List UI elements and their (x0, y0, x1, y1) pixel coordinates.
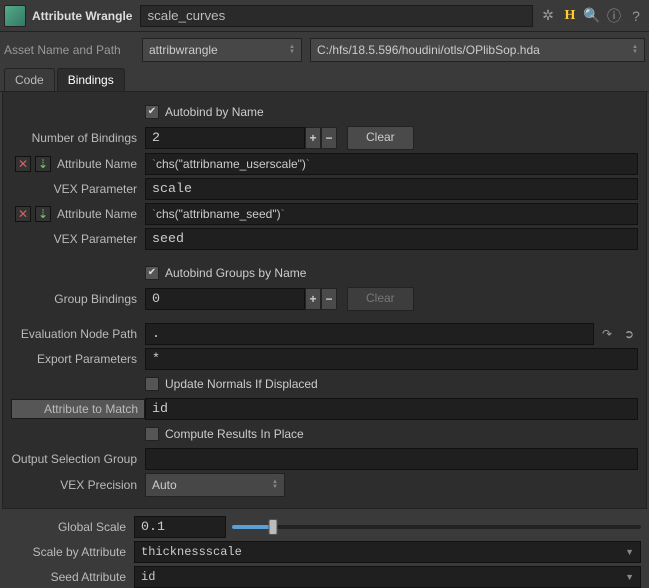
vex-param-label: VEX Parameter (51, 232, 145, 246)
chevron-updown-icon: ▲▼ (289, 45, 295, 55)
out-sel-input[interactable] (145, 448, 638, 470)
node-type-icon (4, 5, 26, 27)
autobind-checkbox[interactable] (145, 105, 159, 119)
scale-attr-label: Scale by Attribute (8, 545, 134, 559)
tab-code[interactable]: Code (4, 68, 55, 91)
bindings-clear-button[interactable]: Clear (347, 126, 414, 150)
autobind-groups-checkbox[interactable] (145, 266, 159, 280)
houdini-logo-icon[interactable]: H (561, 7, 579, 25)
asset-name-value: attribwrangle (149, 43, 218, 57)
vex-param-input[interactable] (145, 228, 638, 250)
binding-insert-button[interactable]: ⇣ (35, 206, 51, 222)
autobind-groups-label: Autobind Groups by Name (165, 266, 306, 280)
node-chooser-icon[interactable]: ➲ (620, 325, 638, 343)
vex-prec-value: Auto (152, 478, 177, 492)
attr-match-input[interactable] (145, 398, 638, 420)
global-scale-label: Global Scale (8, 520, 134, 534)
bindings-plus-button[interactable]: + (305, 127, 321, 149)
bindings-minus-button[interactable]: − (321, 127, 337, 149)
chevron-down-icon: ▼ (625, 572, 634, 582)
bottom-params: Global Scale Scale by Attribute thicknes… (0, 509, 649, 588)
global-scale-input[interactable] (134, 516, 226, 538)
gear-icon[interactable]: ✲ (539, 7, 557, 25)
asset-path-select[interactable]: C:/hfs/18.5.596/houdini/otls/OPlibSop.hd… (310, 38, 645, 62)
num-bindings-label: Number of Bindings (11, 131, 145, 145)
header-bar: Attribute Wrangle ✲ H 🔍 ⓘ ? (0, 0, 649, 32)
seed-attr-label: Seed Attribute (8, 570, 134, 584)
chevron-updown-icon: ▲▼ (272, 480, 278, 490)
vex-param-label: VEX Parameter (51, 182, 145, 196)
scale-attr-value: thicknessscale (141, 545, 242, 559)
scale-attr-combo[interactable]: thicknessscale ▼ (134, 541, 641, 563)
jump-to-icon[interactable]: ↷ (598, 325, 616, 343)
out-sel-label: Output Selection Group (11, 452, 145, 466)
seed-attr-value: id (141, 570, 155, 584)
vex-prec-label: VEX Precision (11, 478, 145, 492)
seed-attr-combo[interactable]: id ▼ (134, 566, 641, 588)
chevron-down-icon: ▼ (625, 547, 634, 557)
compute-inplace-label: Compute Results In Place (165, 427, 304, 441)
vex-param-input[interactable] (145, 178, 638, 200)
asset-path-value: C:/hfs/18.5.596/houdini/otls/OPlibSop.hd… (317, 43, 540, 57)
bindings-panel: Autobind by Name Number of Bindings + − … (2, 92, 647, 509)
binding-remove-button[interactable]: ✕ (15, 156, 31, 172)
tab-bar: Code Bindings (0, 68, 649, 92)
eval-path-input[interactable] (145, 323, 594, 345)
search-icon[interactable]: 🔍 (583, 7, 601, 25)
update-normals-checkbox[interactable] (145, 377, 159, 391)
attr-name-input[interactable]: `chs("attribname_seed")` (145, 203, 638, 225)
attr-name-label: Attribute Name (51, 207, 145, 221)
binding-remove-button[interactable]: ✕ (15, 206, 31, 222)
group-bindings-input[interactable] (145, 288, 305, 310)
eval-path-label: Evaluation Node Path (11, 327, 145, 341)
tab-bindings[interactable]: Bindings (57, 68, 125, 91)
slider-thumb[interactable] (268, 519, 277, 535)
vex-prec-select[interactable]: Auto ▲▼ (145, 473, 285, 497)
num-bindings-input[interactable] (145, 127, 305, 149)
export-params-label: Export Parameters (11, 352, 145, 366)
node-type-label: Attribute Wrangle (32, 9, 132, 23)
attr-name-input[interactable]: `chs("attribname_userscale")` (145, 153, 638, 175)
chevron-updown-icon: ▲▼ (632, 45, 638, 55)
asset-label: Asset Name and Path (4, 43, 134, 57)
update-normals-label: Update Normals If Displaced (165, 377, 318, 391)
binding-insert-button[interactable]: ⇣ (35, 156, 51, 172)
asset-name-select[interactable]: attribwrangle ▲▼ (142, 38, 302, 62)
info-icon[interactable]: ⓘ (605, 7, 623, 25)
export-params-input[interactable] (145, 348, 638, 370)
group-plus-button[interactable]: + (305, 288, 321, 310)
group-bindings-label: Group Bindings (11, 292, 145, 306)
help-icon[interactable]: ? (627, 7, 645, 25)
node-name-input[interactable] (140, 5, 533, 27)
attr-name-label: Attribute Name (51, 157, 145, 171)
attr-match-label: Attribute to Match (11, 399, 145, 419)
asset-row: Asset Name and Path attribwrangle ▲▼ C:/… (0, 32, 649, 68)
autobind-label: Autobind by Name (165, 105, 264, 119)
global-scale-slider[interactable] (232, 525, 641, 529)
group-minus-button[interactable]: − (321, 288, 337, 310)
group-clear-button[interactable]: Clear (347, 287, 414, 311)
compute-inplace-checkbox[interactable] (145, 427, 159, 441)
